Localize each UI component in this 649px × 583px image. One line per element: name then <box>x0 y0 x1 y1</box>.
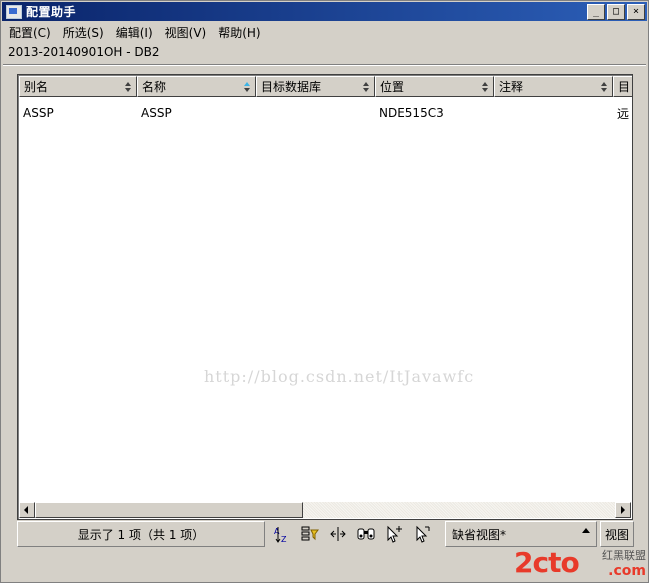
table-body: ASSP ASSP NDE515C3 远 <box>19 105 632 121</box>
instance-label: 2013-20140901OH - DB2 <box>8 45 160 59</box>
app-window: 配置助手 _ □ × 配置(C) 所选(S) 编辑(I) 视图(V) 帮助(H)… <box>0 0 649 583</box>
menu-view[interactable]: 视图(V) <box>159 24 213 41</box>
scroll-thumb[interactable] <box>35 502 303 518</box>
dropdown-arrow-icon <box>582 528 590 533</box>
menu-bar: 配置(C) 所选(S) 编辑(I) 视图(V) 帮助(H) <box>3 22 267 42</box>
column-comment[interactable]: 注释 <box>494 76 613 97</box>
find-icon[interactable] <box>355 523 377 545</box>
column-label: 名称 <box>142 80 167 94</box>
column-alias[interactable]: 别名 <box>19 76 137 97</box>
column-header-bar: 别名 名称 目标数据库 位置 注释 目 <box>19 76 632 99</box>
scroll-left-button[interactable] <box>19 502 35 518</box>
sort-icon[interactable]: AZ <box>271 523 293 545</box>
app-icon <box>6 4 22 19</box>
column-label: 目 <box>618 80 631 94</box>
sort-arrows-icon <box>244 82 251 93</box>
svg-text:A: A <box>274 527 280 536</box>
column-label: 别名 <box>24 80 49 94</box>
column-more[interactable]: 目 <box>613 76 632 97</box>
maximize-button[interactable]: □ <box>607 4 625 20</box>
column-label: 目标数据库 <box>261 80 322 94</box>
minimize-button[interactable]: _ <box>587 4 605 20</box>
scroll-right-button[interactable] <box>615 502 631 518</box>
window-title: 配置助手 <box>26 5 77 19</box>
separator <box>3 64 646 66</box>
logo-brand: 2cto <box>514 546 580 579</box>
database-list: 别名 名称 目标数据库 位置 注释 目 ASSP ASSP NDE515C3 远… <box>17 74 633 520</box>
list-toolbar: AZ <box>271 523 433 545</box>
item-count-label: 显示了 1 项（共 1 项） <box>17 521 265 547</box>
sort-arrows-icon <box>125 82 132 93</box>
menu-help[interactable]: 帮助(H) <box>212 24 266 41</box>
view-button[interactable]: 视图 <box>600 521 634 547</box>
column-label: 位置 <box>380 80 405 94</box>
select-plus-icon[interactable] <box>383 523 405 545</box>
cell-name: ASSP <box>141 106 172 120</box>
scroll-track[interactable] <box>35 502 615 518</box>
menu-config[interactable]: 配置(C) <box>3 24 57 41</box>
column-location[interactable]: 位置 <box>375 76 494 97</box>
column-name[interactable]: 名称 <box>137 76 256 97</box>
watermark-text: http://blog.csdn.net/ItJavawfc <box>204 367 475 386</box>
site-logo: 2cto 红黑联盟 .com <box>510 546 648 582</box>
cell-alias: ASSP <box>23 106 54 120</box>
logo-union: 红黑联盟 <box>602 549 646 562</box>
view-dropdown[interactable]: 缺省视图* <box>445 521 597 547</box>
svg-text:Z: Z <box>281 535 287 544</box>
view-dropdown-value: 缺省视图* <box>452 527 507 542</box>
sort-arrows-icon <box>363 82 370 93</box>
cell-location: NDE515C3 <box>379 106 444 120</box>
table-row[interactable]: ASSP ASSP NDE515C3 远 <box>19 105 632 121</box>
horizontal-scrollbar[interactable] <box>19 502 631 518</box>
filter-icon[interactable] <box>299 523 321 545</box>
column-label: 注释 <box>499 80 524 94</box>
columns-icon[interactable] <box>327 523 349 545</box>
select-pointer-icon[interactable] <box>411 523 433 545</box>
menu-selected[interactable]: 所选(S) <box>57 24 110 41</box>
close-button[interactable]: × <box>627 4 645 20</box>
title-bar[interactable]: 配置助手 _ □ × <box>2 2 647 21</box>
window-controls: _ □ × <box>587 4 645 20</box>
cell-more: 远 <box>617 106 630 121</box>
sort-arrows-icon <box>601 82 608 93</box>
sort-arrows-icon <box>482 82 489 93</box>
logo-domain: .com <box>608 563 646 579</box>
status-bar: 显示了 1 项（共 1 项） AZ 缺省视图* 视图 <box>17 521 634 549</box>
menu-edit[interactable]: 编辑(I) <box>110 24 159 41</box>
column-target-db[interactable]: 目标数据库 <box>256 76 375 97</box>
